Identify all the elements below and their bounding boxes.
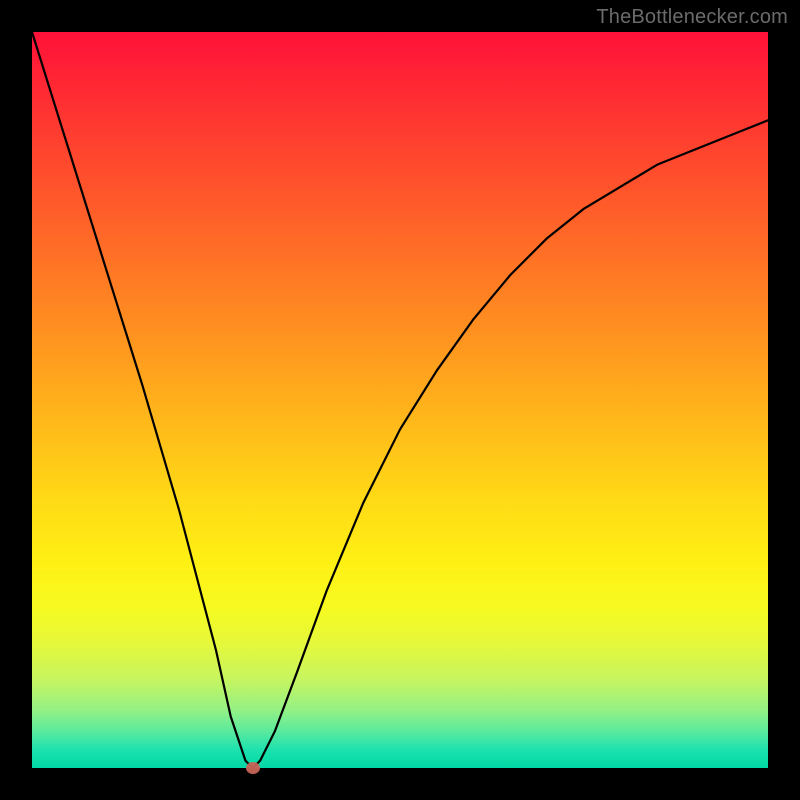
plot-area: [32, 32, 768, 768]
chart-canvas: TheBottlenecker.com: [0, 0, 800, 800]
bottleneck-curve: [32, 32, 768, 768]
optimum-marker-icon: [246, 762, 260, 774]
attribution-label: TheBottlenecker.com: [596, 6, 788, 29]
